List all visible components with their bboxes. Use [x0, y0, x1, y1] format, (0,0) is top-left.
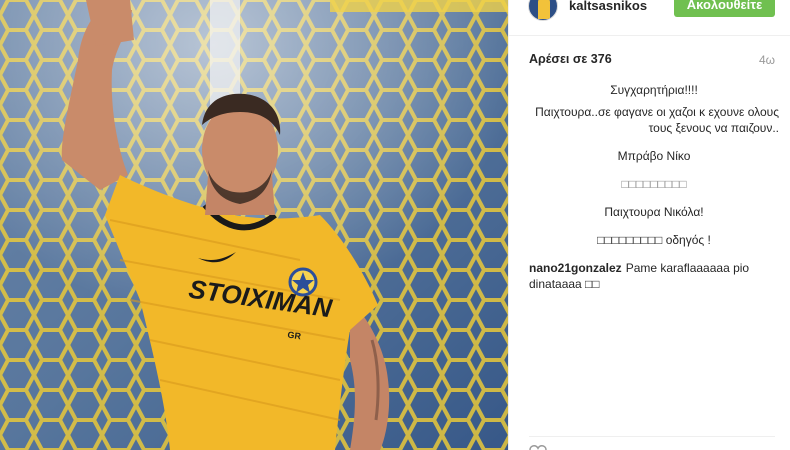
username-link[interactable]: kaltsasnikos [569, 0, 647, 13]
post-actions [529, 436, 775, 450]
comment: nano21gonzalez Pame karaflaaaaaa pio dina… [529, 260, 779, 292]
comment-text: Παιχτουρα Νικόλα! [604, 205, 704, 219]
likes-row: Αρέσει σε 376 4ω [529, 52, 775, 70]
post-side-panel: kaltsasnikos Ακολουθείτε Αρέσει σε 376 4… [508, 0, 790, 450]
comments-list: Συγχαρητήρια!!!! Παιχτουρα..σε φαγανε οι… [529, 82, 779, 304]
comment-author-link[interactable]: nano21gonzalez [529, 261, 622, 275]
comment-text: □□□□□□□□□ [621, 177, 687, 191]
jersey-sponsor-suffix: GR [287, 330, 302, 342]
comment: □□□□□□□□□ [529, 176, 779, 192]
post-photo[interactable]: STOIXIMAN GR [0, 0, 508, 450]
follow-button[interactable]: Ακολουθείτε [674, 0, 775, 17]
football-player-photo: STOIXIMAN GR [0, 0, 508, 450]
comment: □□□□□□□□□ οδηγός ! [529, 232, 779, 248]
comment: Μπράβο Νίκο [529, 148, 779, 164]
comment-text: Συγχαρητήρια!!!! [610, 83, 698, 97]
avatar[interactable] [528, 0, 558, 21]
post-time[interactable]: 4ω [759, 53, 775, 67]
comment: Παιχτουρα Νικόλα! [529, 204, 779, 220]
comment: Παιχτουρα..σε φαγανε οι χαζοι κ εχουνε ο… [529, 104, 779, 136]
heart-icon[interactable] [529, 445, 547, 450]
comment-text: Παιχτουρα..σε φαγανε οι χαζοι κ εχουνε ο… [535, 105, 779, 135]
comment-text: □□□□□□□□□ οδηγός ! [597, 233, 711, 247]
comment: Συγχαρητήρια!!!! [529, 82, 779, 98]
comment-text: Μπράβο Νίκο [617, 149, 691, 163]
likes-count[interactable]: Αρέσει σε 376 [529, 52, 612, 66]
post-header: kaltsasnikos Ακολουθείτε [509, 0, 790, 36]
